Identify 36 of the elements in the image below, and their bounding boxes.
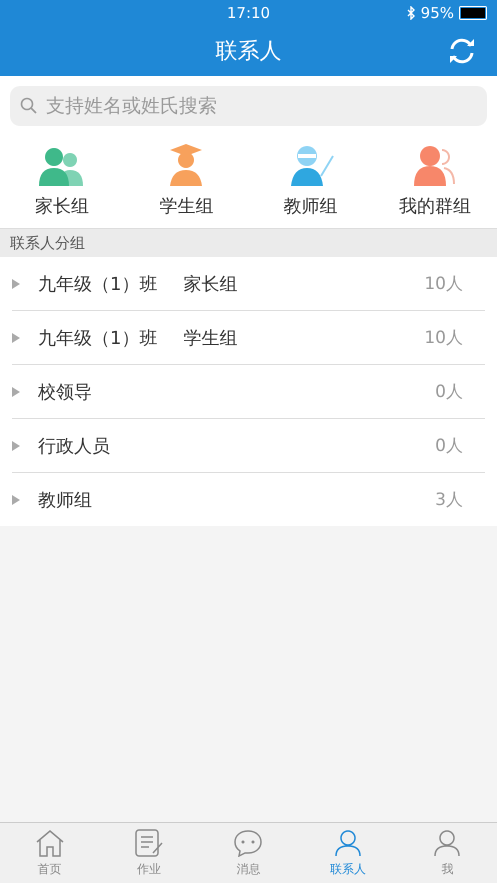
bluetooth-icon	[406, 6, 416, 20]
group-name: 教师组	[38, 488, 92, 512]
group-row[interactable]: 行政人员 0人	[12, 419, 485, 473]
group-name: 行政人员	[38, 434, 110, 458]
group-name: 校领导	[38, 380, 92, 404]
subgroup-name: 学生组	[183, 326, 238, 350]
member-count: 3人	[435, 489, 463, 511]
status-time: 17:10	[226, 4, 270, 22]
subgroup-name: 家长组	[183, 272, 238, 296]
group-icon	[412, 144, 458, 186]
member-count: 10人	[424, 327, 463, 349]
category-label[interactable]: 我的群组	[398, 194, 471, 218]
group-row[interactable]: 九年级（1）班 家长组 10人	[12, 257, 485, 311]
person-icon	[432, 828, 462, 856]
battery-percent: 95%	[420, 4, 454, 22]
search-field[interactable]: 支持姓名或姓氏搜索	[10, 86, 487, 126]
category-label[interactable]: 学生组	[159, 194, 214, 218]
search-icon	[20, 97, 38, 115]
page-title: 联系人	[216, 38, 282, 66]
member-count: 10人	[424, 273, 463, 295]
home-icon	[34, 828, 65, 856]
contacts-icon	[332, 828, 363, 856]
category-label[interactable]: 家长组	[35, 194, 90, 218]
member-count: 0人	[435, 381, 463, 403]
chat-bubble-icon	[233, 828, 264, 856]
group-name: 九年级（1）班	[38, 272, 158, 296]
group-row[interactable]: 校领导 0人	[12, 365, 485, 419]
category-label[interactable]: 教师组	[284, 194, 338, 218]
group-row[interactable]: 九年级（1）班 学生组 10人	[12, 311, 485, 365]
notepad-icon	[134, 828, 164, 856]
group-row[interactable]: 教师组 3人	[12, 473, 485, 526]
member-count: 0人	[435, 435, 463, 457]
section-header: 联系人分组	[10, 234, 85, 252]
refresh-icon[interactable]	[447, 37, 477, 65]
battery-icon	[459, 6, 487, 20]
group-name: 九年级（1）班	[38, 326, 158, 350]
